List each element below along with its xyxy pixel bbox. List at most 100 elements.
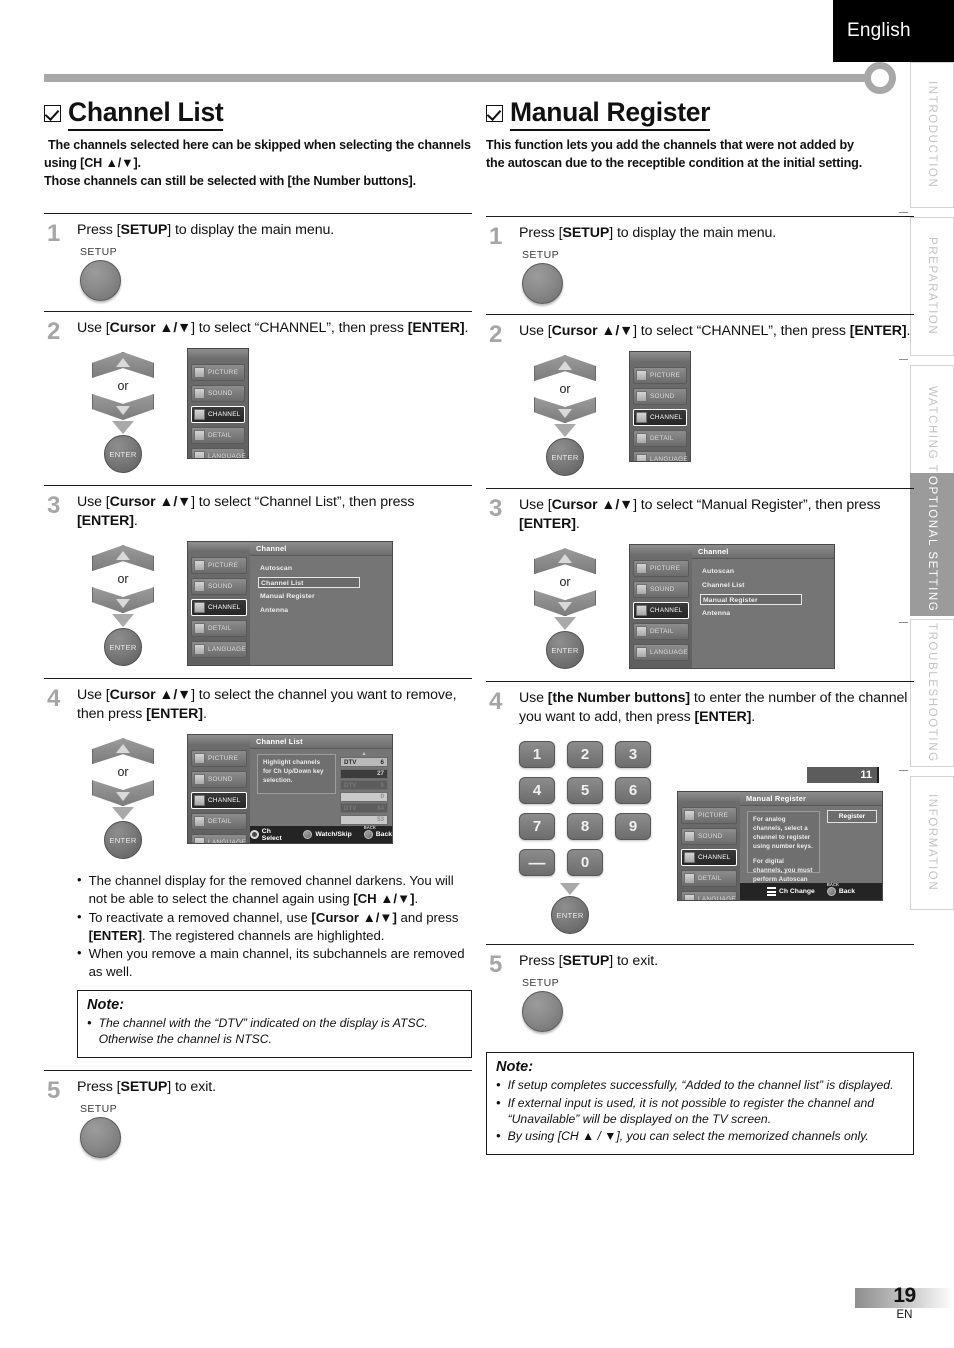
key-7[interactable]: 7 (519, 813, 555, 841)
tv-menu-item-language[interactable]: LANGUAGE (633, 451, 688, 462)
tv-option-channel-list[interactable]: Channel List (700, 580, 834, 591)
cursor-up-icon[interactable] (92, 738, 154, 765)
enter-button[interactable]: ENTER (546, 631, 584, 670)
tv-menu-item-language[interactable]: LANGUAGE (633, 644, 689, 662)
bullet-text: To reactivate a removed channel, use [Cu… (88, 909, 459, 943)
setup-button[interactable] (80, 259, 121, 301)
key-5[interactable]: 5 (567, 777, 603, 805)
cursor-up-icon[interactable] (534, 355, 596, 382)
tv-menu-item-language[interactable]: LANGUAGE (191, 641, 247, 659)
key-8[interactable]: 8 (567, 813, 603, 841)
enter-button[interactable]: ENTER (546, 438, 584, 477)
setup-button[interactable] (522, 263, 563, 305)
tv-menu-item-picture[interactable]: PICTURE (191, 364, 245, 382)
tv-menu-item-sound[interactable]: SOUND (191, 385, 245, 403)
enter-button[interactable]: ENTER (104, 821, 142, 860)
channel-row[interactable]: DTV 6 (340, 757, 388, 768)
cursor-up-icon[interactable] (92, 352, 154, 379)
tv-menu-item-picture[interactable]: PICTURE (191, 750, 247, 768)
tv-bottom-bar: Ch Change BACK Back (740, 882, 882, 901)
cursor-down-icon[interactable] (92, 394, 154, 421)
tv-menu-item-language[interactable]: LANGUAGE (681, 891, 737, 901)
enter-button[interactable]: ENTER (104, 435, 142, 474)
tv-option-antenna[interactable]: Antenna (700, 608, 834, 619)
tv-menu-item-language[interactable]: LANGUAGE (191, 834, 247, 844)
rail-item-introduction[interactable]: INTRODUCTION (910, 62, 954, 208)
flow-arrow-icon (554, 617, 576, 631)
tv-menu-item-detail[interactable]: DETAIL (191, 620, 247, 638)
key-dash[interactable]: — (519, 849, 555, 877)
setup-button[interactable] (80, 1116, 121, 1158)
key-2[interactable]: 2 (567, 741, 603, 769)
left-step-3: 3 Use [Cursor ▲/▼] to select “Channel Li… (44, 485, 472, 678)
rail-item-optional-setting[interactable]: OPTIONAL SETTING (910, 473, 954, 616)
tv-menu-item-sound[interactable]: SOUND (681, 828, 737, 846)
enter-button[interactable]: ENTER (551, 896, 589, 935)
cursor-down-icon[interactable] (92, 780, 154, 807)
tv-menu-item-picture[interactable]: PICTURE (191, 557, 247, 575)
tv-menu-item-detail[interactable]: DETAIL (191, 813, 247, 831)
bottombar-watch-skip[interactable]: Watch/Skip (303, 830, 352, 840)
key-9[interactable]: 9 (615, 813, 651, 841)
rail-item-information[interactable]: INFORMATION (910, 776, 954, 910)
cursor-button-group: or ENTER (519, 351, 611, 477)
cursor-dot-icon (250, 830, 259, 840)
number-keys-icon (766, 887, 776, 897)
tv-menu-item-channel[interactable]: CHANNEL (681, 849, 737, 867)
cursor-down-icon[interactable] (92, 587, 154, 614)
tv-option-autoscan[interactable]: Autoscan (258, 563, 392, 574)
tv-menu-item-picture[interactable]: PICTURE (681, 807, 737, 825)
tv-option-manual-register[interactable]: Manual Register (258, 591, 392, 602)
step-number: 2 (489, 321, 503, 349)
bottombar-back[interactable]: BACK Back (363, 825, 392, 840)
tv-menu-item-channel[interactable]: CHANNEL (191, 406, 245, 424)
register-button[interactable]: Register (827, 810, 877, 824)
tv-menu-item-detail[interactable]: DETAIL (633, 623, 689, 641)
tv-menu-item-detail[interactable]: DETAIL (191, 427, 245, 445)
setup-button[interactable] (522, 991, 563, 1033)
step-instruction: Press [SETUP] to exit. (77, 1078, 216, 1095)
tv-menu-item-language[interactable]: LANGUAGE (191, 448, 246, 459)
key-4[interactable]: 4 (519, 777, 555, 805)
tv-menu-item-channel[interactable]: CHANNEL (191, 792, 247, 810)
tv-menu-item-channel[interactable]: CHANNEL (191, 599, 247, 617)
tv-menu-item-picture[interactable]: PICTURE (633, 560, 689, 578)
cursor-down-icon[interactable] (534, 590, 596, 617)
channel-row[interactable]: 27 (340, 768, 388, 779)
tv-option-channel-list[interactable]: Channel List (258, 577, 360, 589)
tv-option-manual-register[interactable]: Manual Register (700, 594, 802, 606)
rail-item-preparation[interactable]: PREPARATION (910, 217, 954, 356)
channel-row[interactable]: DTV 6 (340, 780, 388, 791)
tv-option-antenna[interactable]: Antenna (258, 605, 392, 616)
bullet-item: • To reactivate a removed channel, use [… (77, 909, 472, 945)
channel-row[interactable]: 53 (340, 814, 388, 825)
tv-option-autoscan[interactable]: Autoscan (700, 566, 834, 577)
key-1[interactable]: 1 (519, 741, 555, 769)
cursor-up-icon[interactable] (92, 545, 154, 572)
tv-menu-item-channel[interactable]: CHANNEL (633, 409, 687, 427)
bottombar-ch-change[interactable]: Ch Change (766, 887, 815, 897)
tv-menu-item-sound[interactable]: SOUND (191, 578, 247, 596)
step-graphic: SETUP (519, 245, 914, 314)
channel-row[interactable]: DTV 64 (340, 803, 388, 814)
tv-menu-item-sound[interactable]: SOUND (633, 581, 689, 599)
bottombar-back[interactable]: BACK Back (826, 882, 855, 897)
channel-row[interactable]: 0 (340, 791, 388, 802)
tv-menu-item-channel[interactable]: CHANNEL (633, 602, 689, 620)
rail-item-troubleshooting[interactable]: TROUBLESHOOTING (910, 619, 954, 767)
cursor-down-icon[interactable] (534, 397, 596, 424)
tv-menu-item-detail[interactable]: DETAIL (681, 870, 737, 888)
enter-button[interactable]: ENTER (104, 628, 142, 667)
tv-menu-item-detail[interactable]: DETAIL (633, 430, 687, 448)
tv-menu-item-sound[interactable]: SOUND (633, 388, 687, 406)
flow-arrow-icon (112, 807, 134, 821)
note-text: By using [CH ▲ / ▼], you can select the … (507, 1129, 869, 1144)
cursor-up-icon[interactable] (534, 548, 596, 575)
setup-button-group: SETUP (519, 973, 914, 1042)
bottombar-ch-select[interactable]: Ch Select (250, 828, 291, 842)
key-6[interactable]: 6 (615, 777, 651, 805)
key-0[interactable]: 0 (567, 849, 603, 877)
tv-menu-item-sound[interactable]: SOUND (191, 771, 247, 789)
key-3[interactable]: 3 (615, 741, 651, 769)
tv-menu-item-picture[interactable]: PICTURE (633, 367, 687, 385)
